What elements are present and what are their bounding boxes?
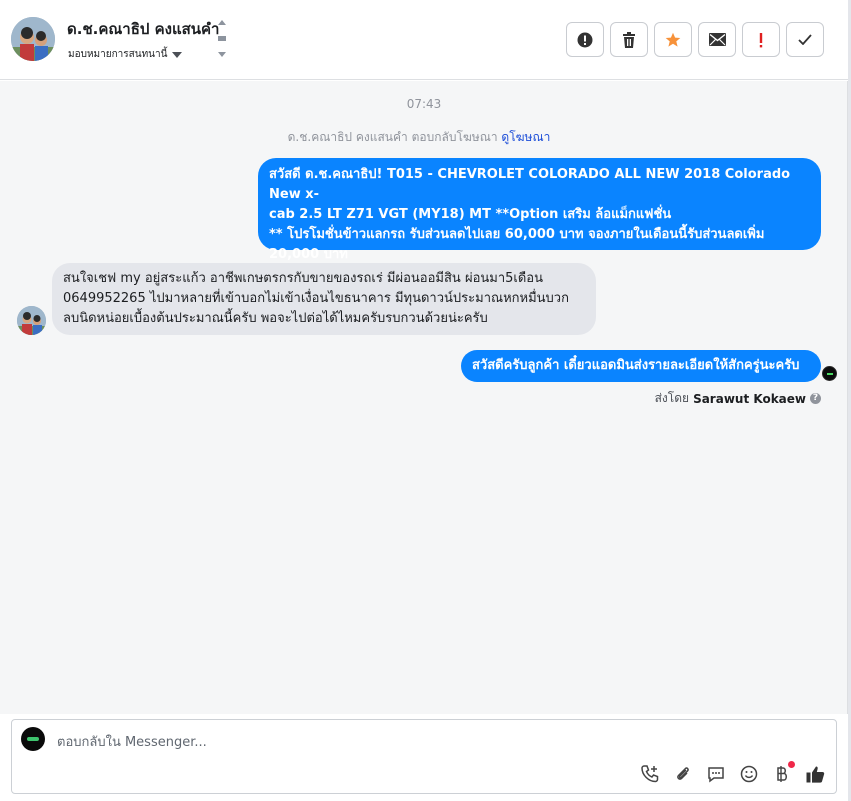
saved-reply-icon xyxy=(708,767,724,783)
view-ad-link[interactable]: ดูโฆษณา xyxy=(501,130,550,144)
message-line: cab 2.5 LT Z71 VGT (MY18) MT **Option เส… xyxy=(269,207,672,222)
emoji-button[interactable] xyxy=(738,763,760,785)
envelope-icon xyxy=(708,33,726,46)
exclamation-icon xyxy=(759,32,763,47)
page-avatar xyxy=(822,366,837,381)
priority-button[interactable] xyxy=(742,22,780,57)
sent-by-info: ส่งโดย Sarawut Kokaew ? xyxy=(655,389,821,408)
check-icon xyxy=(798,34,812,45)
star-icon xyxy=(665,32,681,47)
contact-avatar[interactable] xyxy=(11,17,55,61)
emoji-icon xyxy=(740,765,758,783)
incoming-message[interactable]: สนใจเชฟ my อยู่สระแก้ว อาชีพเกษตรกรกับขา… xyxy=(52,263,596,335)
thumbs-up-icon xyxy=(806,766,824,783)
message-timestamp: 07:43 xyxy=(406,97,442,111)
call-button[interactable] xyxy=(639,763,661,785)
like-button[interactable] xyxy=(804,763,826,785)
message-line: 20,000 บาท xyxy=(269,247,348,262)
notification-dot xyxy=(788,761,795,768)
message-line: ลบนิดหน่อยเบื้องต้นประมาณนี้ครับ พอจะไปต… xyxy=(63,311,488,326)
message-thread[interactable]: 07:43 ด.ช.คณาธิป คงแสนคำ ตอบกลับโฆษณา ดู… xyxy=(0,81,848,714)
delete-button[interactable] xyxy=(610,22,648,57)
message-line: สวัสดี ด.ช.คณาธิป! T015 - CHEVROLET COLO… xyxy=(269,167,791,202)
message-line: สนใจเชฟ my อยู่สระแก้ว อาชีพเกษตรกรกับขา… xyxy=(63,271,543,286)
phone-plus-icon xyxy=(641,765,659,783)
reply-composer xyxy=(11,719,837,794)
sender-avatar[interactable] xyxy=(17,306,46,335)
star-button[interactable] xyxy=(654,22,692,57)
composer-actions xyxy=(639,761,826,785)
help-icon[interactable]: ? xyxy=(810,393,821,404)
message-line: สวัสดีครับลูกค้า เดี๋ยวแอดมินส่งรายละเอี… xyxy=(472,358,800,373)
outgoing-message[interactable]: สวัสดีครับลูกค้า เดี๋ยวแอดมินส่งรายละเอี… xyxy=(461,350,821,382)
outgoing-message[interactable]: สวัสดี ด.ช.คณาธิป! T015 - CHEVROLET COLO… xyxy=(258,158,821,262)
ad-reply-text: ด.ช.คณาธิป คงแสนคำ ตอบกลับโฆษณา xyxy=(287,130,498,144)
conversation-header: ด.ช.คณาธิป คงแสนคำ มอบหมายการสนทนานี้ xyxy=(0,0,848,80)
assign-label: มอบหมายการสนทนานี้ xyxy=(68,49,168,60)
page-avatar xyxy=(21,727,45,751)
message-line: 0649952265 ไปมาหลายที่เข้าบอกไม่เข้าเงื่… xyxy=(63,291,569,306)
payment-button[interactable] xyxy=(771,761,795,785)
contact-name[interactable]: ด.ช.คณาธิป คงแสนคำ xyxy=(67,17,219,41)
paperclip-icon xyxy=(677,767,689,780)
baht-icon xyxy=(777,766,787,782)
arrow-up-icon xyxy=(218,20,226,25)
ad-reply-notice: ด.ช.คณาธิป คงแสนคำ ตอบกลับโฆษณา ดูโฆษณา xyxy=(0,128,838,147)
caret-down-icon xyxy=(172,51,183,58)
sent-by-label: ส่งโดย xyxy=(654,391,690,405)
mark-spam-button[interactable] xyxy=(566,22,604,57)
assign-conversation-dropdown[interactable]: มอบหมายการสนทนานี้ xyxy=(68,47,183,62)
sent-by-name: Sarawut Kokaew xyxy=(693,391,806,406)
saved-replies-button[interactable] xyxy=(705,763,727,785)
reply-input[interactable] xyxy=(57,731,617,753)
conversation-nav-arrows[interactable] xyxy=(216,18,228,60)
mark-done-button[interactable] xyxy=(786,22,824,57)
attach-button[interactable] xyxy=(672,763,694,785)
alert-circle-icon xyxy=(577,32,593,47)
trash-icon xyxy=(623,31,635,48)
mark-unread-button[interactable] xyxy=(698,22,736,57)
message-line: ** โปรโมชั่นข้าวแลกรถ รับส่วนลดไปเลย 60,… xyxy=(269,227,765,242)
drag-dot-icon xyxy=(218,36,226,41)
conversation-toolbar xyxy=(566,22,824,57)
arrow-down-icon xyxy=(218,52,226,57)
